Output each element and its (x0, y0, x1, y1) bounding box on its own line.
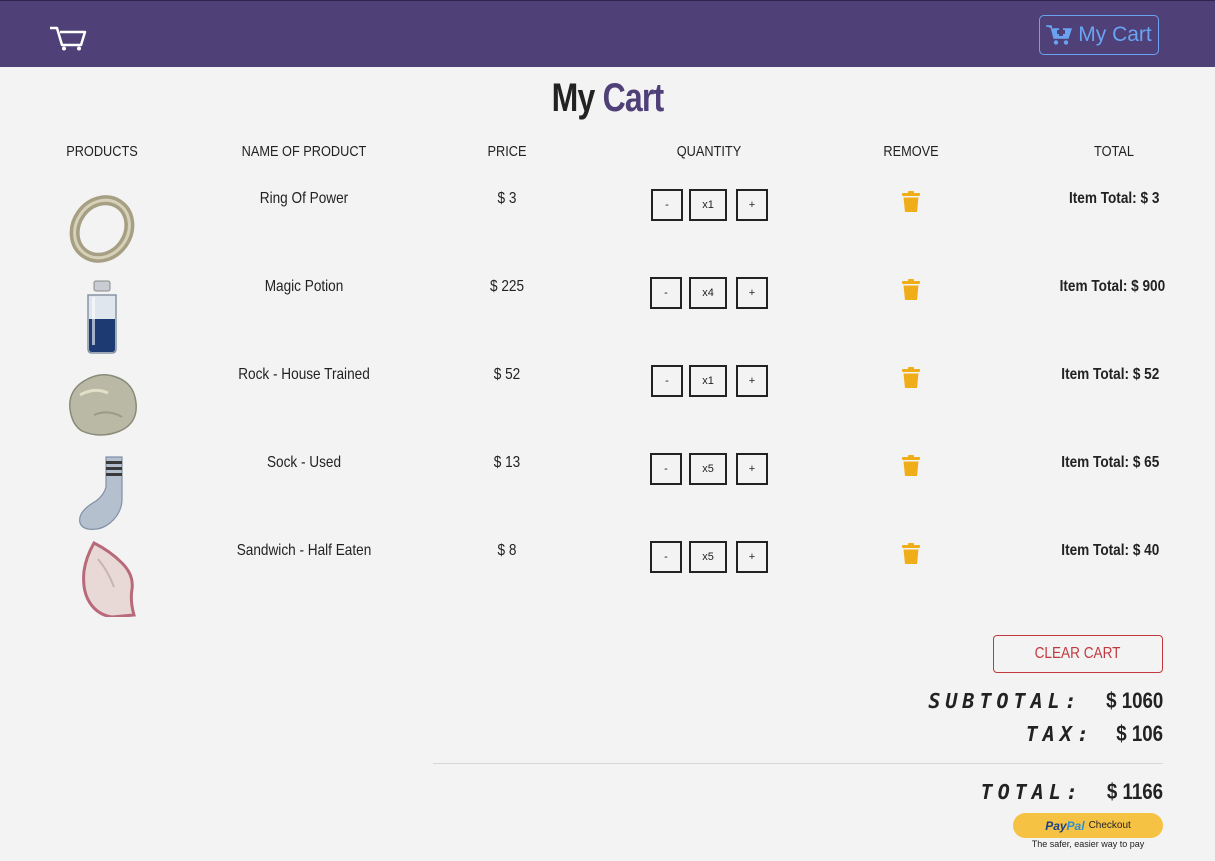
paypal-checkout-label: Checkout (1088, 820, 1131, 831)
product-name: Magic Potion (264, 278, 344, 295)
trash-icon[interactable] (901, 543, 921, 565)
sock-image (79, 456, 123, 530)
ring-image (69, 195, 135, 263)
tax-line: Tax: $ 106 (1026, 721, 1163, 747)
my-cart-button[interactable]: My Cart (1039, 15, 1159, 55)
header-price: Price (487, 143, 527, 160)
item-total: Item Total: $ 65 (1060, 454, 1159, 471)
item-total: Item Total: $ 52 (1060, 366, 1159, 383)
my-cart-label: My Cart (1078, 23, 1152, 46)
quantity-decrease-button[interactable]: - (650, 453, 682, 485)
navbar: My Cart (0, 0, 1215, 67)
table-row: Magic Potion $ 225 - x4 + Item Total: $ … (0, 275, 1215, 363)
quantity-increase-button[interactable]: + (736, 541, 768, 573)
product-price: $ 13 (493, 454, 521, 471)
quantity-decrease-button[interactable]: - (650, 541, 682, 573)
trash-icon[interactable] (901, 367, 921, 389)
header-name: Name of Product (241, 143, 367, 160)
product-price: $ 52 (493, 366, 521, 383)
tax-value: $ 106 (1116, 721, 1163, 746)
product-price: $ 225 (489, 278, 525, 295)
quantity-increase-button[interactable]: + (736, 453, 768, 485)
product-name: Ring Of Power (259, 190, 349, 207)
subtotal-value: $ 1060 (1105, 688, 1163, 713)
clear-cart-button[interactable]: Clear Cart (993, 635, 1163, 673)
potion-image (87, 280, 117, 354)
quantity-decrease-button[interactable]: - (650, 277, 682, 309)
total-label: Total: (980, 780, 1083, 804)
paypal-logo: PayPal (1045, 819, 1084, 833)
cart-logo-icon[interactable] (48, 25, 88, 51)
header-remove: Remove (883, 143, 939, 160)
item-total: Item Total: $ 3 (1068, 190, 1159, 207)
header-total: Total (1094, 143, 1134, 160)
paypal-checkout-button[interactable]: PayPal Checkout (1013, 813, 1163, 838)
header-products: Products (66, 143, 138, 160)
tax-label: Tax: (1025, 722, 1094, 746)
title-part-my: My (551, 76, 596, 120)
quantity-value: x1 (689, 189, 727, 221)
table-row: Ring Of Power $ 3 - x1 + Item Total: $ 3 (0, 187, 1215, 275)
product-name: Sandwich - Half Eaten (236, 542, 372, 559)
page-title: My Cart (122, 76, 1094, 121)
product-price: $ 8 (497, 542, 517, 559)
quantity-increase-button[interactable]: + (736, 365, 768, 397)
subtotal-line: Subtotal: $ 1060 (928, 688, 1163, 714)
quantity-value: x5 (689, 453, 727, 485)
quantity-decrease-button[interactable]: - (651, 365, 683, 397)
clear-cart-label: Clear Cart (1035, 645, 1121, 662)
cart-plus-icon (1046, 25, 1073, 45)
paypal-tagline: The safer, easier way to pay (1031, 839, 1145, 849)
quantity-decrease-button[interactable]: - (651, 189, 683, 221)
total-value: $ 1166 (1106, 779, 1163, 804)
header-quantity: Quantity (676, 143, 742, 160)
table-header: Products Name of Product Price Quantity … (0, 143, 1215, 163)
trash-icon[interactable] (901, 279, 921, 301)
summary-divider (433, 763, 1163, 764)
paypal-logo-pal: Pal (1066, 818, 1085, 833)
item-total: Item Total: $ 40 (1060, 542, 1159, 559)
table-row: Rock - House Trained $ 52 - x1 + Item To… (0, 363, 1215, 451)
sandwich-image (82, 541, 136, 617)
quantity-increase-button[interactable]: + (736, 277, 768, 309)
total-line: Total: $ 1166 (981, 779, 1163, 805)
rock-image (69, 374, 137, 436)
quantity-value: x1 (689, 365, 727, 397)
product-name: Rock - House Trained (238, 366, 370, 383)
item-total: Item Total: $ 900 (1059, 278, 1165, 295)
product-name: Sock - Used (266, 454, 342, 471)
product-price: $ 3 (497, 190, 517, 207)
paypal-logo-pay: Pay (1045, 818, 1067, 833)
quantity-value: x5 (689, 541, 727, 573)
title-part-cart: Cart (602, 76, 665, 120)
trash-icon[interactable] (901, 455, 921, 477)
quantity-increase-button[interactable]: + (736, 189, 768, 221)
table-row: Sock - Used $ 13 - x5 + Item Total: $ 65 (0, 451, 1215, 539)
quantity-value: x4 (689, 277, 727, 309)
subtotal-label: Subtotal: (928, 689, 1082, 713)
trash-icon[interactable] (901, 191, 921, 213)
table-row: Sandwich - Half Eaten $ 8 - x5 + Item To… (0, 539, 1215, 627)
